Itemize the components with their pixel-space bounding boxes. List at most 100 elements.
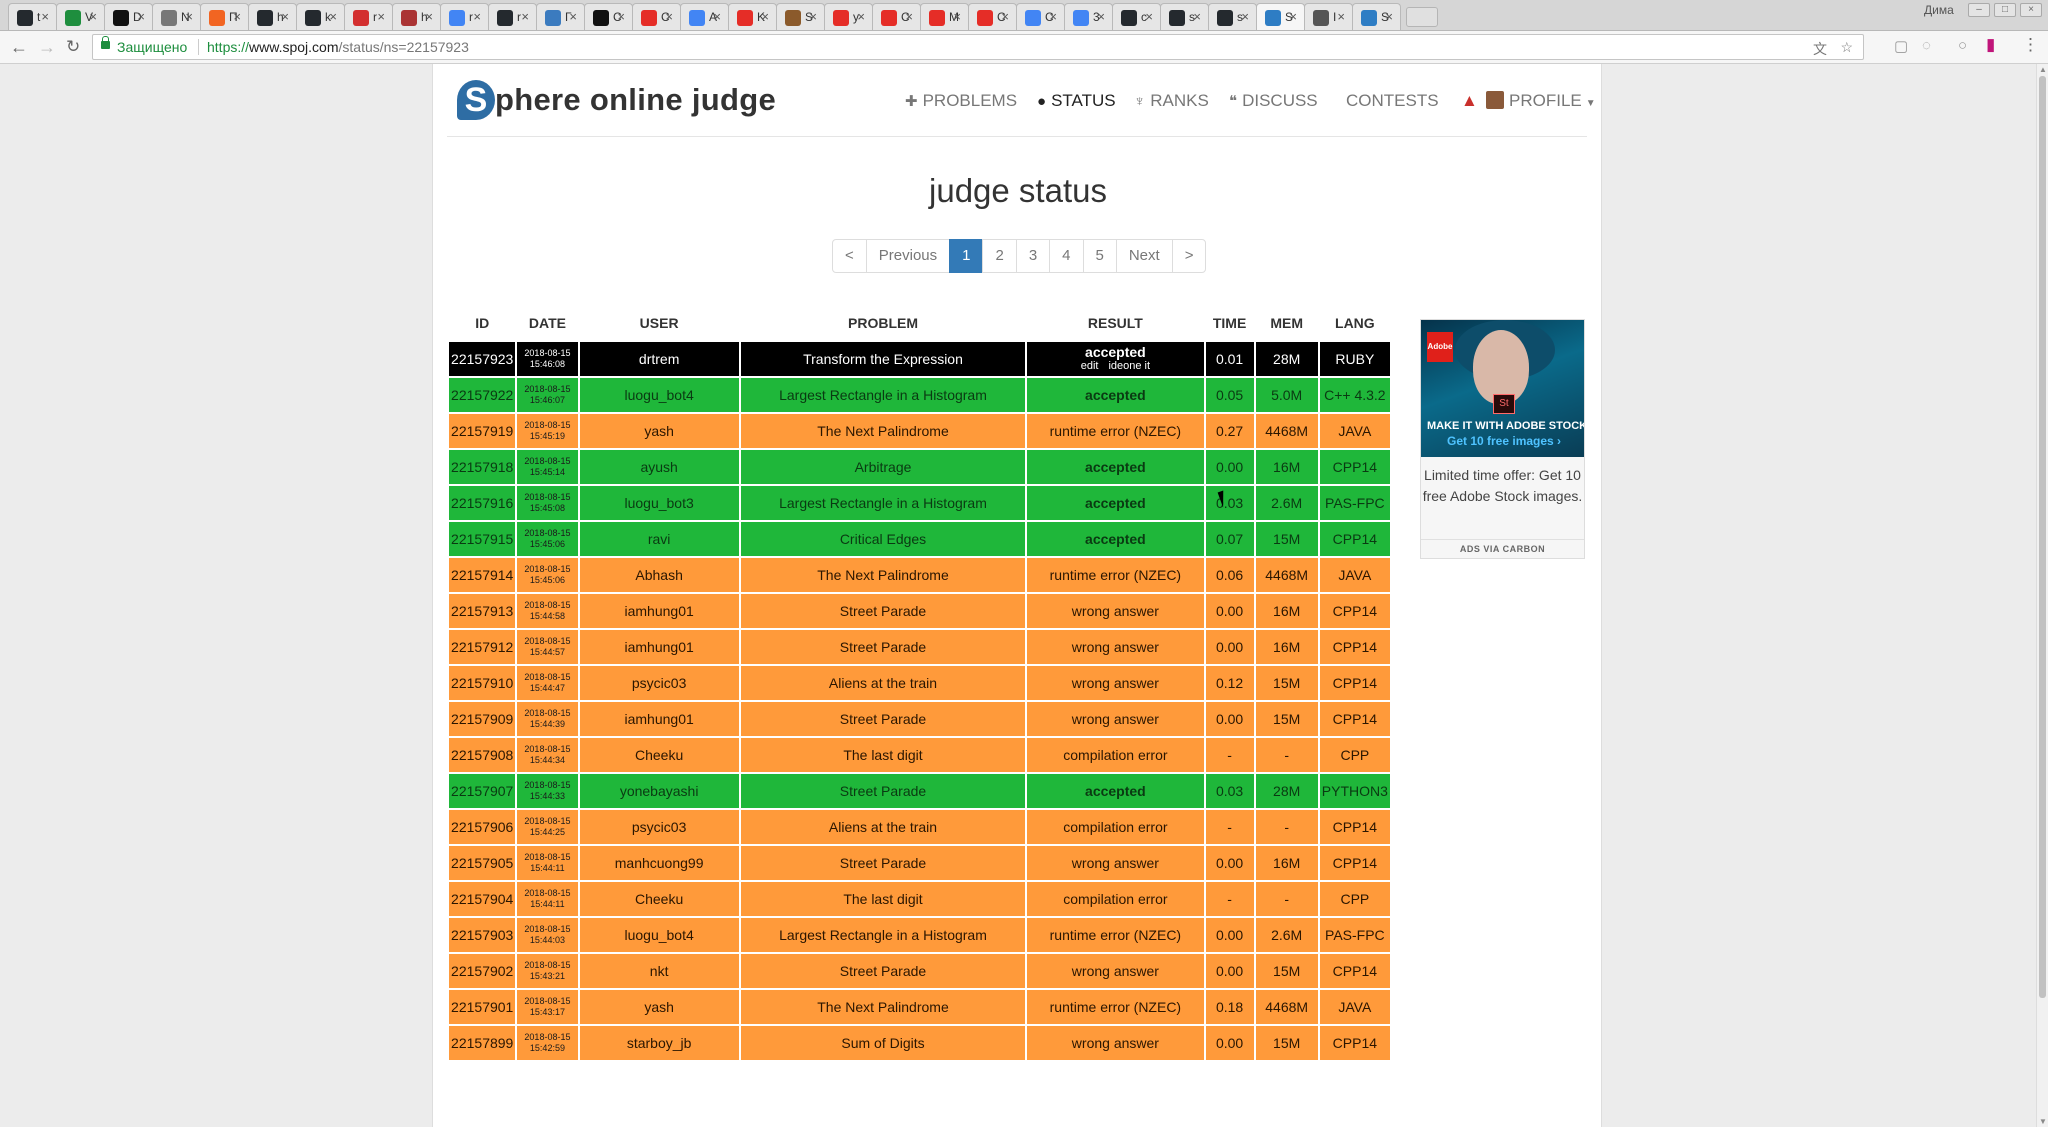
cell-user[interactable]: iamhung01 — [579, 594, 739, 628]
cell-id[interactable]: 22157914 — [449, 558, 516, 592]
forward-arrow-icon[interactable]: → — [38, 37, 56, 58]
cell-id[interactable]: 22157908 — [449, 738, 516, 772]
cell-user[interactable]: nkt — [579, 954, 739, 988]
pager-first[interactable]: < — [832, 239, 867, 273]
cell-problem[interactable]: Street Parade — [740, 630, 1026, 664]
browser-tab[interactable]: c × — [1112, 3, 1161, 30]
address-bar[interactable]: Защищено https://www.spoj.com/status/ns=… — [92, 34, 1864, 60]
cell-user[interactable]: iamhung01 — [579, 702, 739, 736]
tab-close-icon[interactable]: × — [89, 9, 97, 24]
ad-image[interactable]: Adobe St MAKE IT WITH ADOBE STOCK Get 10… — [1421, 320, 1584, 457]
cell-user[interactable]: Cheeku — [579, 738, 739, 772]
browser-tab[interactable]: Г × — [536, 3, 585, 30]
cell-problem[interactable]: The Next Palindrome — [740, 414, 1026, 448]
ad-text[interactable]: Limited time offer: Get 10 free Adobe St… — [1421, 465, 1584, 507]
url-text[interactable]: https://www.spoj.com/status/ns=22157923 — [207, 39, 469, 55]
extension-icon[interactable]: ▢ — [1894, 37, 1908, 55]
nav-contests[interactable]: CONTESTS — [1346, 91, 1439, 111]
tab-close-icon[interactable]: × — [1289, 9, 1297, 24]
cell-problem[interactable]: Largest Rectangle in a Histogram — [740, 486, 1026, 520]
browser-tab[interactable]: C × — [968, 3, 1017, 30]
close-window-button[interactable]: × — [2020, 3, 2042, 17]
tab-close-icon[interactable]: × — [329, 9, 337, 24]
browser-tab[interactable]: C × — [872, 3, 921, 30]
ad-cta[interactable]: Get 10 free images › — [1447, 434, 1561, 448]
pager-last[interactable]: > — [1171, 239, 1207, 273]
cell-id[interactable]: 22157916 — [449, 486, 516, 520]
edit-link[interactable]: edit — [1081, 360, 1099, 372]
browser-tab[interactable]: C × — [1016, 3, 1065, 30]
browser-tab[interactable]: s × — [1160, 3, 1209, 30]
scrollbar-thumb[interactable] — [2039, 76, 2046, 998]
cell-user[interactable]: starboy_jb — [579, 1026, 739, 1060]
tab-close-icon[interactable]: × — [233, 9, 241, 24]
reload-icon[interactable]: ↻ — [66, 37, 80, 57]
cell-id[interactable]: 22157902 — [449, 954, 516, 988]
browser-tab[interactable]: I × — [1304, 3, 1353, 30]
tab-close-icon[interactable]: × — [1337, 9, 1345, 24]
cell-user[interactable]: manhcuong99 — [579, 846, 739, 880]
tab-close-icon[interactable]: × — [809, 9, 817, 24]
browser-tab[interactable]: S × — [776, 3, 825, 30]
nav-problems[interactable]: ✚ PROBLEMS — [905, 91, 1017, 111]
browser-tab[interactable]: s × — [1208, 3, 1257, 30]
tab-close-icon[interactable]: × — [665, 9, 673, 24]
browser-tab[interactable]: S × — [1256, 3, 1305, 30]
browser-tab[interactable]: r × — [344, 3, 393, 30]
tab-close-icon[interactable]: × — [1097, 9, 1105, 24]
cell-user[interactable]: luogu_bot3 — [579, 486, 739, 520]
browser-tab[interactable]: 3 × — [1064, 3, 1113, 30]
cell-user[interactable]: yonebayashi — [579, 774, 739, 808]
minimize-button[interactable]: – — [1968, 3, 1990, 17]
cell-id[interactable]: 22157912 — [449, 630, 516, 664]
scroll-up-icon[interactable]: ▲ — [2039, 65, 2047, 74]
cell-id[interactable]: 22157903 — [449, 918, 516, 952]
tab-close-icon[interactable]: × — [185, 9, 193, 24]
nav-status[interactable]: ● STATUS — [1037, 91, 1116, 111]
pager-previous[interactable]: Previous — [865, 239, 951, 273]
translate-icon[interactable]: 文 — [1813, 39, 1827, 59]
browser-tab[interactable]: M × — [920, 3, 969, 30]
cell-user[interactable]: luogu_bot4 — [579, 918, 739, 952]
cell-id[interactable]: 22157899 — [449, 1026, 516, 1060]
cell-user[interactable]: psycic03 — [579, 666, 739, 700]
cell-id[interactable]: 22157923 — [449, 342, 516, 376]
carbon-ad[interactable]: Adobe St MAKE IT WITH ADOBE STOCK Get 10… — [1420, 319, 1585, 559]
cell-id[interactable]: 22157901 — [449, 990, 516, 1024]
cell-user[interactable]: Cheeku — [579, 882, 739, 916]
cell-user[interactable]: ravi — [579, 522, 739, 556]
cell-problem[interactable]: Critical Edges — [740, 522, 1026, 556]
cell-problem[interactable]: Aliens at the train — [740, 666, 1026, 700]
browser-tab[interactable]: C × — [632, 3, 681, 30]
cell-user[interactable]: drtrem — [579, 342, 739, 376]
cell-user[interactable]: ayush — [579, 450, 739, 484]
cell-problem[interactable]: Largest Rectangle in a Histogram — [740, 918, 1026, 952]
extension-icon[interactable]: ▮ — [1986, 35, 1995, 55]
extension-icon[interactable]: ◌ — [1922, 37, 1931, 54]
cell-id[interactable]: 22157915 — [449, 522, 516, 556]
browser-tab[interactable]: h × — [392, 3, 441, 30]
nav-alert[interactable]: ▲ — [1461, 91, 1478, 111]
pager-page-5[interactable]: 5 — [1082, 239, 1117, 273]
cell-user[interactable]: Abhash — [579, 558, 739, 592]
cell-id[interactable]: 22157909 — [449, 702, 516, 736]
cell-id[interactable]: 22157907 — [449, 774, 516, 808]
vertical-scrollbar[interactable]: ▲ ▼ — [2036, 64, 2048, 1127]
browser-tab[interactable]: A × — [680, 3, 729, 30]
browser-tab[interactable]: r × — [440, 3, 489, 30]
cell-problem[interactable]: Street Parade — [740, 846, 1026, 880]
cell-id[interactable]: 22157906 — [449, 810, 516, 844]
cell-id[interactable]: 22157904 — [449, 882, 516, 916]
tab-close-icon[interactable]: × — [1145, 9, 1153, 24]
pager-page-1[interactable]: 1 — [949, 239, 984, 273]
cell-problem[interactable]: The Next Palindrome — [740, 990, 1026, 1024]
tab-close-icon[interactable]: × — [281, 9, 289, 24]
cell-user[interactable]: yash — [579, 414, 739, 448]
tab-close-icon[interactable]: × — [41, 9, 49, 24]
browser-tab[interactable]: S × — [1352, 3, 1401, 30]
cell-problem[interactable]: Street Parade — [740, 954, 1026, 988]
tab-close-icon[interactable]: × — [473, 9, 481, 24]
extension-icon[interactable]: ○ — [1958, 37, 1967, 54]
pager-page-2[interactable]: 2 — [982, 239, 1017, 273]
tab-close-icon[interactable]: × — [137, 9, 145, 24]
